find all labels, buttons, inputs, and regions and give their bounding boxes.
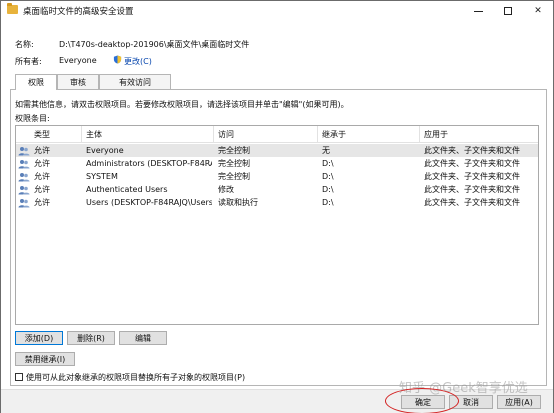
close-button[interactable]: ✕ [523, 1, 553, 21]
users-icon [18, 159, 30, 169]
maximize-icon [504, 7, 512, 15]
row-principal: Authenticated Users [86, 185, 168, 194]
row-applies-to: 此文件夹、子文件夹和文件 [424, 198, 520, 207]
row-inherited-from: D:\ [322, 198, 334, 207]
list-header: 类型 主体 访问 继承于 应用于 [16, 126, 538, 143]
instructions-text: 如需其他信息，请双击权限项目。若要修改权限项目，请选择该项目并单击"编辑"(如果… [15, 100, 349, 109]
row-type: 允许 [34, 198, 50, 207]
column-header-inherited-from[interactable]: 继承于 [318, 126, 420, 143]
name-label: 名称: [15, 40, 34, 49]
cancel-button[interactable]: 取消 [449, 395, 493, 409]
minimize-icon [473, 10, 483, 12]
row-type: 允许 [34, 172, 50, 181]
table-row[interactable]: 允许 Administrators (DESKTOP-F84RA... 完全控制 D:… [16, 157, 538, 170]
ok-button[interactable]: 确定 [401, 395, 445, 409]
users-icon [18, 172, 30, 182]
owner-value: Everyone [59, 56, 97, 65]
row-access: 完全控制 [218, 159, 250, 168]
shield-icon [113, 55, 122, 64]
name-value: D:\T470s-deaktop-201906\桌面文件\桌面临时文件 [59, 40, 250, 49]
column-header-access[interactable]: 访问 [214, 126, 318, 143]
disable-inheritance-button[interactable]: 禁用继承(I) [15, 352, 75, 366]
row-type: 允许 [34, 159, 50, 168]
row-access: 读取和执行 [218, 198, 258, 207]
permission-entries-list[interactable]: 类型 主体 访问 继承于 应用于 允许 Everyone 完全控制无此文件夹、子文件… [15, 125, 539, 325]
row-applies-to: 此文件夹、子文件夹和文件 [424, 159, 520, 168]
row-applies-to: 此文件夹、子文件夹和文件 [424, 146, 520, 155]
row-access: 完全控制 [218, 146, 250, 155]
replace-child-permissions-checkbox[interactable] [15, 373, 23, 381]
row-inherited-from: D:\ [322, 185, 334, 194]
row-access: 修改 [218, 185, 234, 194]
row-inherited-from: D:\ [322, 159, 334, 168]
row-applies-to: 此文件夹、子文件夹和文件 [424, 185, 520, 194]
apply-button[interactable]: 应用(A) [497, 395, 541, 409]
tab-permissions[interactable]: 权限 [15, 74, 57, 90]
row-type: 允许 [34, 146, 50, 155]
table-row[interactable]: 允许 SYSTEM 完全控制 D:\ 此文件夹、子文件夹和文件 [16, 170, 538, 183]
edit-button[interactable]: 编辑 [119, 331, 167, 345]
tab-auditing[interactable]: 审核 [57, 74, 99, 89]
watermark: 知乎 @Geek智享优选 [399, 381, 528, 396]
remove-button[interactable]: 删除(R) [67, 331, 115, 345]
column-header-applies-to[interactable]: 应用于 [420, 126, 538, 143]
minimize-button[interactable] [463, 1, 493, 21]
row-access: 完全控制 [218, 172, 250, 181]
table-row[interactable]: 允许 Authenticated Users 修改 D:\ 此文件夹、子文件夹和文件 [16, 183, 538, 196]
row-applies-to: 此文件夹、子文件夹和文件 [424, 172, 520, 181]
add-button[interactable]: 添加(D) [15, 331, 63, 345]
row-principal: Everyone [86, 146, 124, 155]
table-row[interactable]: 允许 Everyone 完全控制 无 此文件夹、子文件夹和文件 [16, 144, 538, 157]
owner-label: 所有者: [15, 57, 42, 66]
users-icon [18, 185, 30, 195]
row-inherited-from: 无 [322, 146, 330, 155]
window-title: 桌面临时文件的高级安全设置 [23, 7, 134, 17]
change-owner-link[interactable]: 更改(C) [124, 56, 152, 67]
users-icon [18, 146, 30, 156]
row-type: 允许 [34, 185, 50, 194]
close-icon: ✕ [534, 6, 542, 16]
row-inherited-from: D:\ [322, 172, 334, 181]
folder-icon [7, 3, 18, 14]
table-row[interactable]: 允许 Users (DESKTOP-F84RAJQ\Users) 读取和执行 D:\ 此… [16, 196, 538, 209]
users-icon [18, 198, 30, 208]
row-principal: Administrators (DESKTOP-F84RA... [86, 159, 212, 168]
row-principal: Users (DESKTOP-F84RAJQ\Users) [86, 198, 212, 207]
title-bar: 桌面临时文件的高级安全设置 ✕ [1, 1, 553, 21]
permission-entries-label: 权限条目: [15, 114, 50, 123]
replace-child-permissions-label[interactable]: 使用可从此对象继承的权限项目替换所有子对象的权限项目(P) [26, 372, 245, 383]
maximize-button[interactable] [493, 1, 523, 21]
column-header-principal[interactable]: 主体 [82, 126, 214, 143]
advanced-security-dialog: 桌面临时文件的高级安全设置 ✕ 名称: D:\T470s-deaktop-201… [0, 0, 554, 413]
column-header-type[interactable]: 类型 [30, 126, 82, 143]
row-principal: SYSTEM [86, 172, 118, 181]
tab-effective-access[interactable]: 有效访问 [99, 74, 171, 89]
